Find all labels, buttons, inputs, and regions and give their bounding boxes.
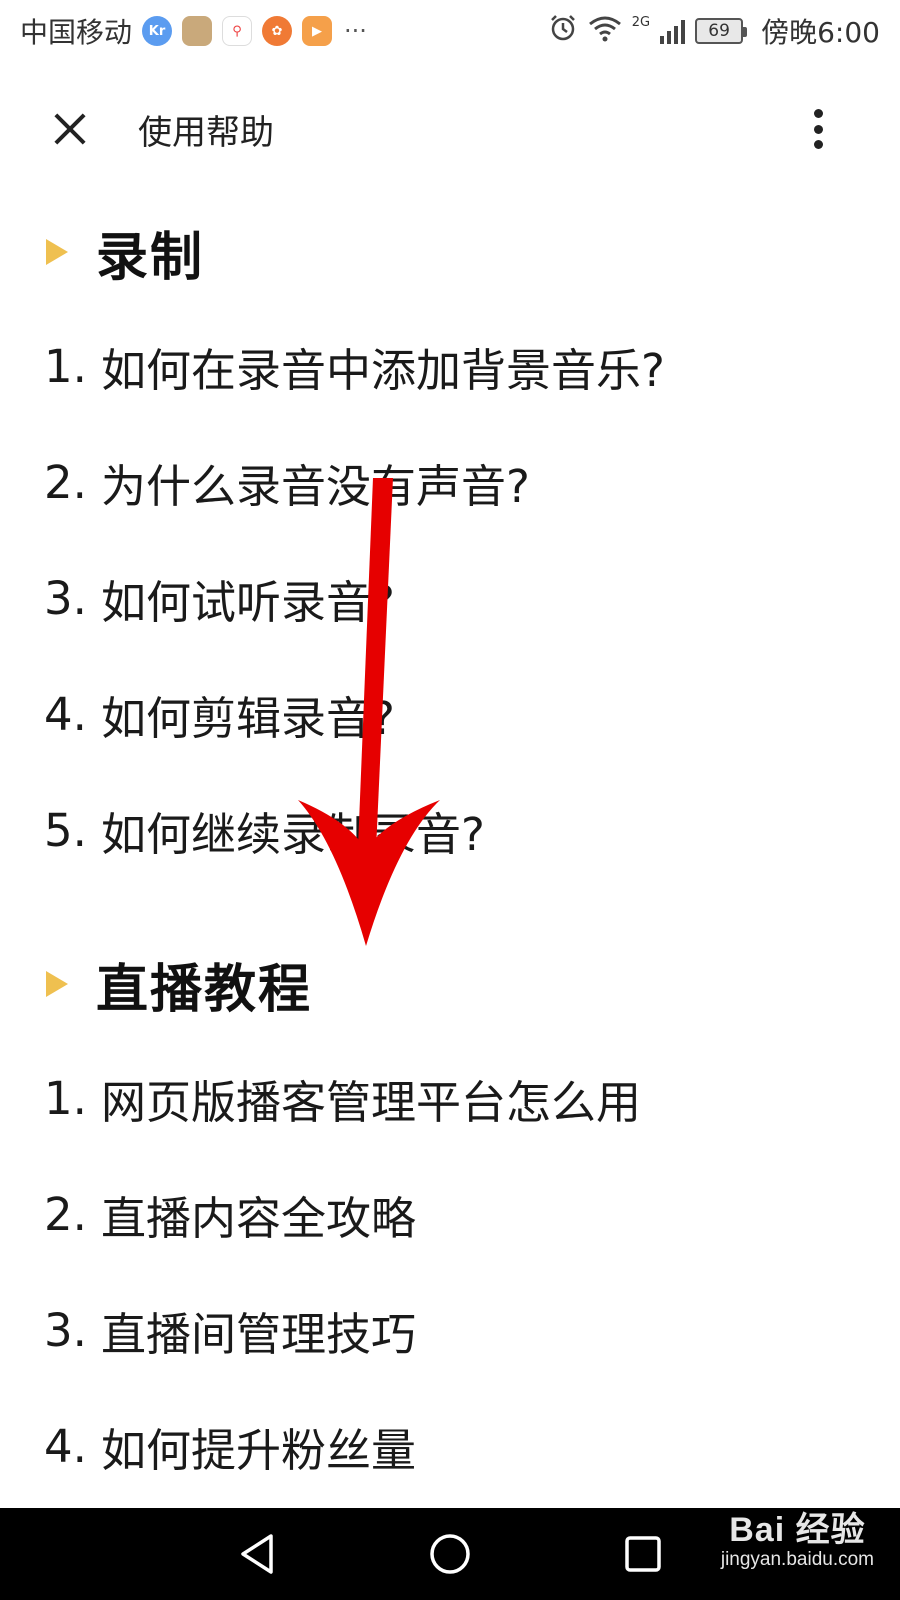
section-header: 直播教程	[44, 928, 900, 1040]
battery-icon: 69	[695, 18, 748, 44]
signal-icon	[660, 18, 686, 44]
help-link[interactable]: 3. 直播间管理技巧	[44, 1272, 900, 1388]
item-number: 4.	[44, 1419, 87, 1473]
item-text: 直播内容全攻略	[100, 1191, 416, 1245]
recents-button[interactable]	[619, 1530, 667, 1578]
item-text: 如何试听录音?	[100, 575, 395, 629]
help-link[interactable]: 4. 如何提升粉丝量	[44, 1388, 900, 1504]
item-number: 4.	[44, 687, 87, 741]
section-title: 录制	[96, 227, 205, 288]
baidu-watermark: Bai 经验 jingyan.baidu.com	[721, 1502, 874, 1571]
help-link[interactable]: 2. 为什么录音没有声音?	[44, 424, 900, 540]
section-live-tutorial: 直播教程 1. 网页版播客管理平台怎么用 2. 直播内容全攻略 3. 直播间管理技巧 …	[0, 928, 900, 1504]
help-link[interactable]: 1. 网页版播客管理平台怎么用	[44, 1040, 900, 1156]
status-right: 2G 69 傍晚6:00	[548, 11, 880, 51]
item-text: 如何在录音中添加背景音乐?	[100, 343, 665, 397]
watermark-url: jingyan.baidu.com	[720, 1549, 874, 1570]
maps-icon: ⚲	[222, 16, 253, 46]
video-app-icon: ▶	[302, 16, 333, 46]
more-options-icon[interactable]	[812, 109, 824, 149]
item-number: 2.	[44, 1187, 87, 1241]
home-button[interactable]	[426, 1530, 474, 1578]
triangle-bullet-icon	[46, 971, 68, 997]
help-link[interactable]: 1. 如何在录音中添加背景音乐?	[44, 308, 900, 424]
battery-level: 69	[708, 21, 730, 41]
item-number: 1.	[44, 339, 87, 393]
help-link[interactable]: 4. 如何剪辑录音?	[44, 656, 900, 772]
clock: 傍晚6:00	[761, 16, 880, 49]
item-number: 3.	[44, 571, 87, 625]
item-number: 2.	[44, 455, 87, 509]
help-content: 录制 1. 如何在录音中添加背景音乐? 2. 为什么录音没有声音? 3. 如何试听录音…	[0, 196, 900, 1504]
triangle-bullet-icon	[46, 239, 68, 265]
app-bar: 使用帮助	[0, 62, 900, 196]
item-text: 如何继续录制录音?	[100, 807, 485, 861]
carrier-label: 中国移动	[20, 16, 133, 49]
watermark-brand: Bai 经验	[729, 1511, 866, 1549]
item-text: 直播间管理技巧	[100, 1307, 416, 1361]
section-header: 录制	[44, 196, 900, 308]
wifi-icon	[588, 14, 622, 49]
screen: 中国移动 Kr ⚲ ✿ ▶ ··· 2G 69 傍晚6:00 使用帮助 录制 1…	[0, 0, 900, 1600]
section-title: 直播教程	[96, 959, 313, 1020]
game-app-icon: ✿	[262, 16, 293, 46]
item-text: 如何剪辑录音?	[100, 691, 395, 745]
help-link[interactable]: 3. 如何试听录音?	[44, 540, 900, 656]
back-button[interactable]	[233, 1530, 281, 1578]
36kr-icon: Kr	[142, 16, 173, 46]
help-link[interactable]: 2. 直播内容全攻略	[44, 1156, 900, 1272]
item-text: 如何提升粉丝量	[100, 1423, 416, 1477]
item-text: 网页版播客管理平台怎么用	[100, 1075, 641, 1129]
photo-app-icon	[182, 16, 213, 46]
network-type: 2G	[631, 15, 651, 30]
page-title: 使用帮助	[138, 112, 274, 153]
more-notifications: ···	[344, 17, 367, 45]
status-left: 中国移动 Kr ⚲ ✿ ▶ ···	[20, 11, 367, 51]
alarm-icon	[548, 13, 578, 50]
close-icon[interactable]	[48, 107, 92, 151]
item-number: 1.	[44, 1071, 87, 1125]
item-number: 5.	[44, 803, 87, 857]
help-link[interactable]: 5. 如何继续录制录音?	[44, 772, 900, 888]
status-bar: 中国移动 Kr ⚲ ✿ ▶ ··· 2G 69 傍晚6:00	[0, 0, 900, 62]
item-number: 3.	[44, 1303, 87, 1357]
section-recording: 录制 1. 如何在录音中添加背景音乐? 2. 为什么录音没有声音? 3. 如何试听录音…	[0, 196, 900, 888]
item-text: 为什么录音没有声音?	[100, 459, 530, 513]
